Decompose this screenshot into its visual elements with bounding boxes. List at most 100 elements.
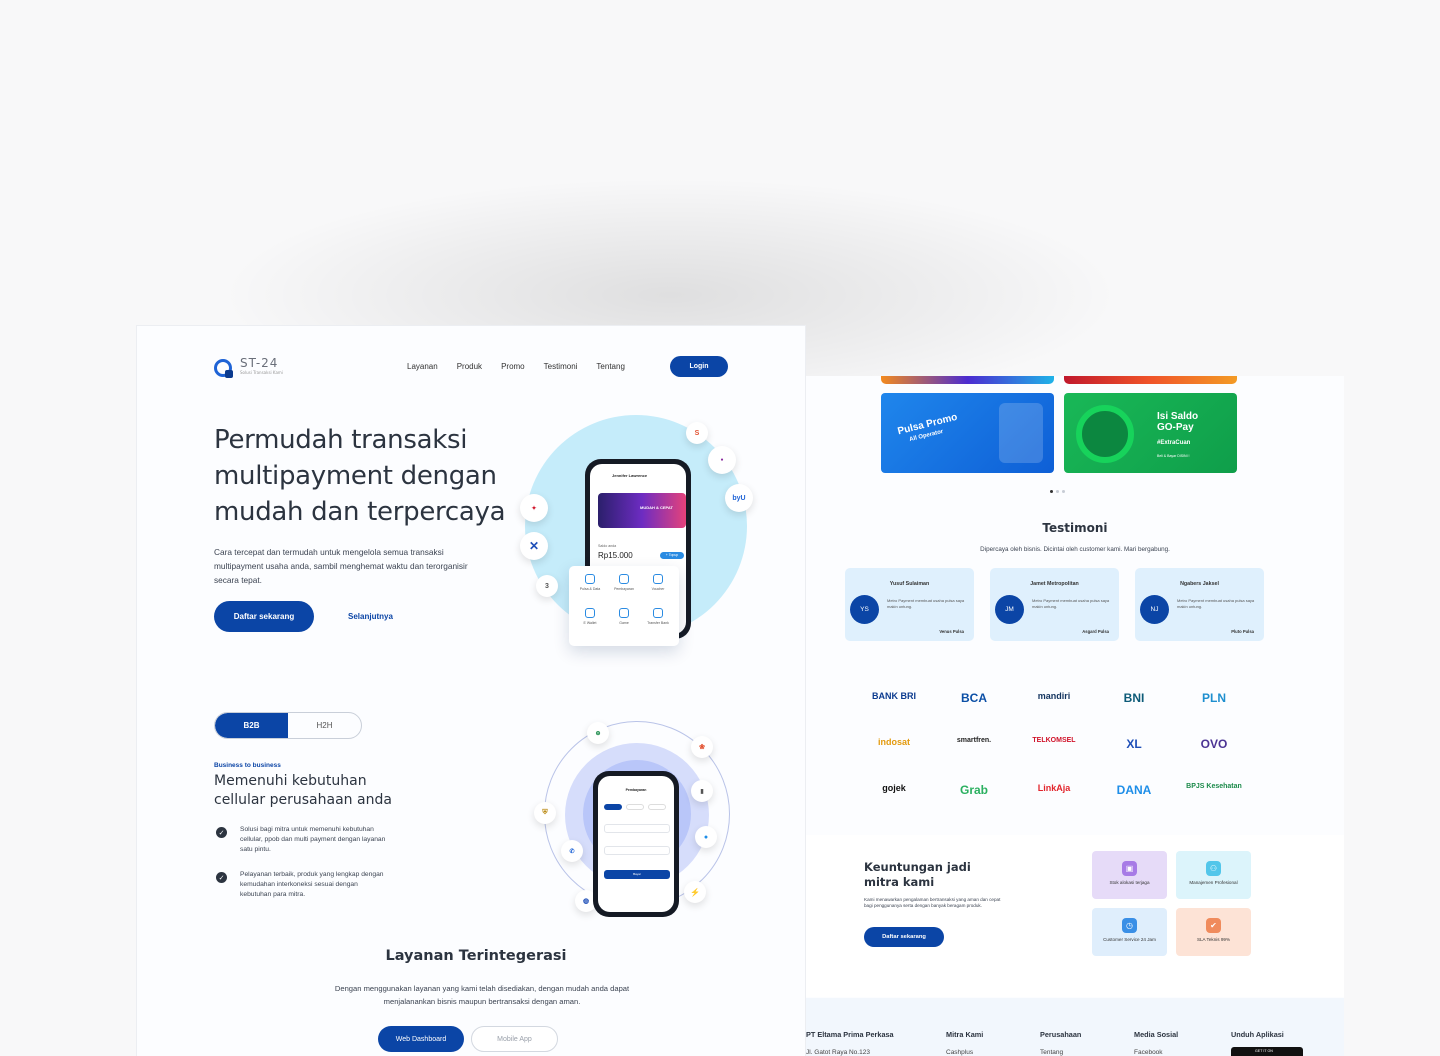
service-voucher: Voucher bbox=[641, 574, 675, 604]
brand-logo[interactable]: ST-24 Solusi Transaksi Kami bbox=[214, 357, 283, 378]
nav-link-promo[interactable]: Promo bbox=[501, 362, 525, 371]
nav-link-testimoni[interactable]: Testimoni bbox=[544, 362, 578, 371]
game-icon bbox=[619, 608, 629, 618]
pln-logo-bubble: ⚡ bbox=[684, 881, 706, 903]
phone-topup-button: + Topup bbox=[660, 552, 684, 559]
phone-field bbox=[604, 824, 670, 833]
avatar: YS bbox=[850, 595, 879, 624]
tab-h2h[interactable]: H2H bbox=[288, 713, 361, 738]
partner-logo: Grab bbox=[959, 783, 988, 797]
phone-pill bbox=[648, 804, 666, 810]
bpjs-logo-bubble: ⊕ bbox=[587, 722, 609, 744]
shield-logo-bubble: ⛨ bbox=[534, 802, 556, 824]
promo-operators-art bbox=[999, 403, 1043, 463]
register-button[interactable]: Daftar sekarang bbox=[214, 601, 314, 632]
partner-logo: BANK BRI bbox=[872, 691, 916, 701]
phone-pill bbox=[604, 804, 622, 810]
feature-manajemen: ⚇ Manajemen Profesional bbox=[1176, 851, 1251, 899]
carousel-dot[interactable] bbox=[1062, 490, 1065, 493]
phone-pill bbox=[626, 804, 644, 810]
phone-saldo-label: Saldo anda bbox=[598, 544, 617, 548]
keuntungan-title: Keuntungan jadi mitra kami bbox=[864, 860, 971, 889]
bank-icon bbox=[653, 608, 663, 618]
brand-tagline: Solusi Transaksi Kami bbox=[240, 370, 283, 375]
landing-page-left: ST-24 Solusi Transaksi Kami Layanan Prod… bbox=[136, 325, 806, 1056]
wallet-icon bbox=[585, 608, 595, 618]
feature-sla: ✔ SLA Teknis 99% bbox=[1176, 908, 1251, 956]
gopay-art bbox=[1076, 405, 1134, 463]
web-dashboard-button[interactable]: Web Dashboard bbox=[378, 1026, 464, 1052]
feature-cs: ◷ Customer Service 24 Jam bbox=[1092, 908, 1167, 956]
footer-col-perusahaan: Perusahaan Tentang bbox=[1040, 1030, 1082, 1056]
keuntungan-register-button[interactable]: Daftar sekarang bbox=[864, 927, 944, 947]
nav-link-tentang[interactable]: Tentang bbox=[596, 362, 624, 371]
carousel-dot[interactable] bbox=[1050, 490, 1053, 493]
avatar: NJ bbox=[1140, 595, 1169, 624]
service-grid-card: Pulsa & Data Pembayaran Voucher E Wallet… bbox=[569, 566, 679, 646]
logo-icon bbox=[214, 359, 233, 378]
footer-col-unduh: Unduh Aplikasi GET IT ON bbox=[1231, 1030, 1303, 1056]
check-icon: ✓ bbox=[216, 827, 227, 838]
service-transfer: Transfer Bank bbox=[641, 608, 675, 638]
phone-user-name: Jennifer Lawrence bbox=[612, 473, 648, 478]
top-nav: ST-24 Solusi Transaksi Kami Layanan Prod… bbox=[137, 346, 805, 388]
partner-logo: DANA bbox=[1116, 783, 1152, 797]
operator-logo-bubble-2: ❀ bbox=[691, 736, 713, 758]
water-logo-bubble: ● bbox=[695, 826, 717, 848]
partner-logo: OVO bbox=[1200, 737, 1228, 751]
partner-logo: mandiri bbox=[1037, 691, 1071, 701]
partner-logo: XL bbox=[1126, 737, 1142, 751]
partner-logo: LinkAja bbox=[1037, 783, 1071, 793]
b2b-benefit-2: ✓ Pelayanan terbaik, produk yang lengkap… bbox=[216, 870, 390, 900]
business-type-toggle: B2B H2H bbox=[214, 712, 362, 739]
testimonial-card: Ngabers Jaksel NJ Metro Payment membuat … bbox=[1135, 568, 1264, 641]
service-game: Game bbox=[607, 608, 641, 638]
next-link[interactable]: Selanjutnya bbox=[348, 612, 393, 621]
tab-b2b[interactable]: B2B bbox=[215, 713, 288, 738]
avatar: JM bbox=[995, 595, 1024, 624]
byu-logo-bubble: byU bbox=[725, 484, 753, 512]
phone-field bbox=[604, 846, 670, 855]
phone-pay-button: Bayar bbox=[604, 870, 670, 879]
testimoni-subtitle: Dipercaya oleh bisnis. Dicintai oleh cus… bbox=[980, 546, 1170, 553]
promo-banner-prev-1[interactable] bbox=[881, 376, 1054, 384]
testimonial-card: Jamet Metropolitan JM Metro Payment memb… bbox=[990, 568, 1119, 641]
partner-logo: smartfren. bbox=[956, 737, 992, 744]
phone-payment-title: Pembayaran bbox=[625, 788, 647, 792]
b2b-benefit-1: ✓ Solusi bagi mitra untuk memenuhi kebut… bbox=[216, 825, 390, 855]
partner-logo: indosat bbox=[877, 737, 910, 747]
google-play-badge[interactable]: GET IT ON bbox=[1231, 1047, 1303, 1056]
testimonial-card: Yusuf Sulaiman YS Metro Payment membuat … bbox=[845, 568, 974, 641]
layanan-description: Dengan menggunakan layanan yang kami tel… bbox=[334, 984, 630, 1006]
layanan-title: Layanan Terintegerasi bbox=[385, 948, 567, 964]
partner-logo: gojek bbox=[882, 783, 906, 793]
phone-banner: MUDAH & CEPAT bbox=[598, 493, 686, 528]
promo-banner-pulsa[interactable]: Pulsa Promo All Operator bbox=[881, 393, 1054, 473]
partner-logo: BNI bbox=[1123, 691, 1145, 705]
partner-logo: TELKOMSEL bbox=[1032, 737, 1076, 744]
phone-logo-bubble: ✆ bbox=[561, 840, 583, 862]
carousel-dots[interactable] bbox=[1050, 490, 1065, 493]
promo-banner-prev-2[interactable] bbox=[1064, 376, 1237, 384]
b2b-title: Memenuhi kebutuhan cellular perusahaan a… bbox=[214, 773, 392, 808]
hero-title: Permudah transaksi multipayment dengan m… bbox=[214, 425, 506, 527]
feature-stok: ▣ Stok alokasi terjaga bbox=[1092, 851, 1167, 899]
building-logo-bubble: ▮ bbox=[691, 780, 713, 802]
shield-check-icon: ✔ bbox=[1206, 918, 1221, 933]
promo-banner-gopay[interactable]: Isi Saldo GO-Pay #ExtraCuan Beli & Bayar… bbox=[1064, 393, 1237, 473]
check-icon: ✓ bbox=[216, 872, 227, 883]
nav-link-layanan[interactable]: Layanan bbox=[407, 362, 438, 371]
footer-col-sosial: Media Sosial Facebook bbox=[1134, 1030, 1179, 1056]
xl-logo-bubble: ✕ bbox=[520, 532, 548, 560]
globe-icon bbox=[585, 574, 595, 584]
operator-logo-bubble: ● bbox=[708, 446, 736, 474]
nav-link-produk[interactable]: Produk bbox=[457, 362, 482, 371]
carousel-dot[interactable] bbox=[1056, 490, 1059, 493]
lock-icon: ▣ bbox=[1122, 861, 1137, 876]
testimoni-title: Testimoni bbox=[1042, 521, 1108, 535]
tri-logo-bubble: 3 bbox=[536, 575, 558, 597]
mobile-app-button[interactable]: Mobile App bbox=[471, 1026, 558, 1052]
login-button[interactable]: Login bbox=[670, 356, 728, 377]
partner-logo: BPJS Kesehatan bbox=[1186, 783, 1242, 790]
clock-icon: ◷ bbox=[1122, 918, 1137, 933]
